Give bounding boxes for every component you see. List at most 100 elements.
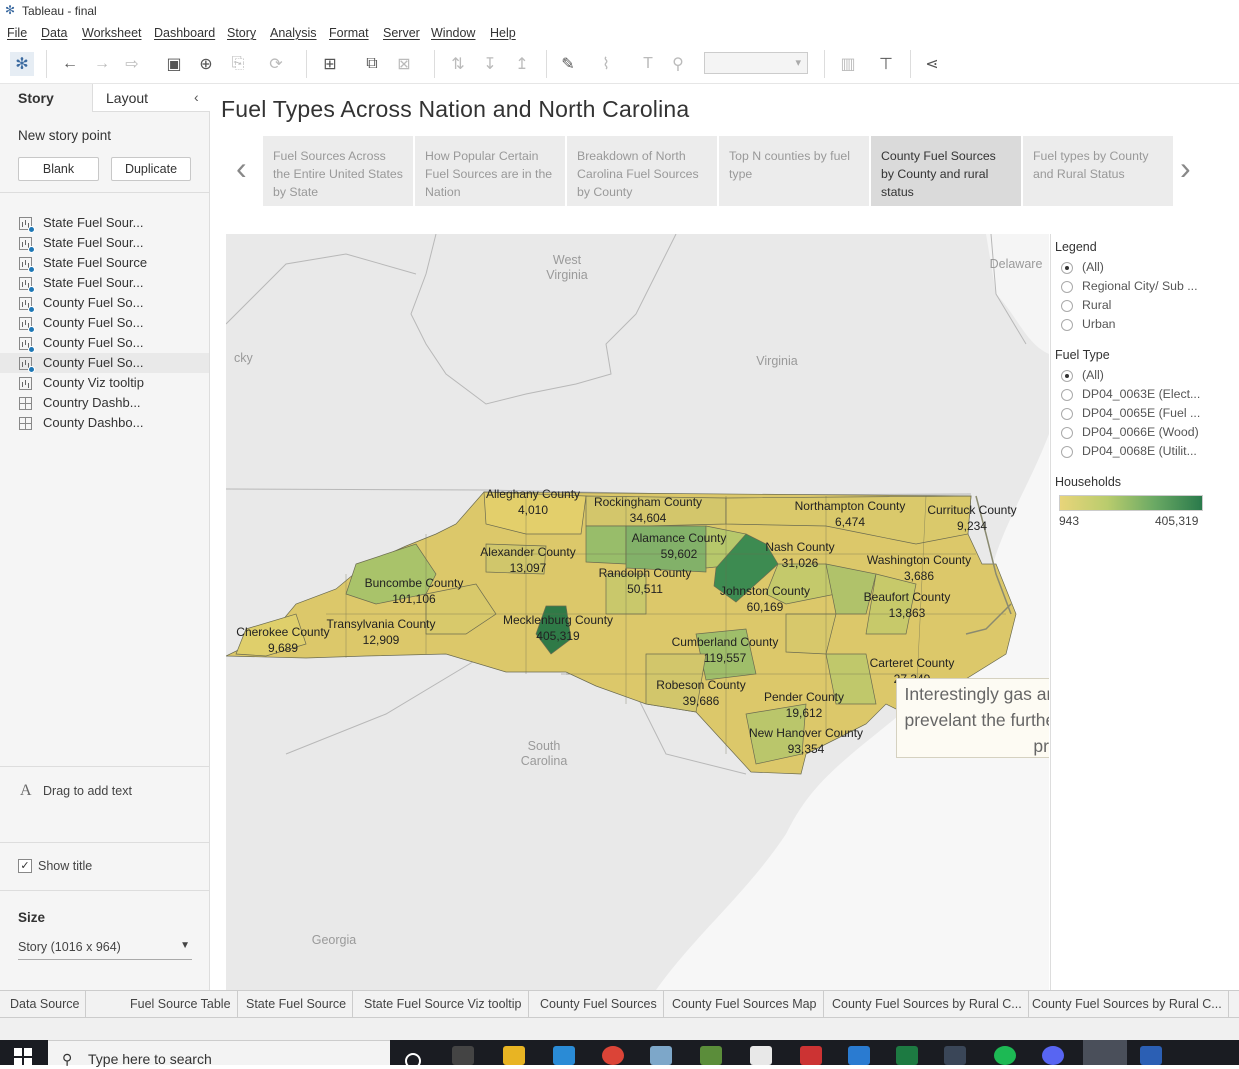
radio-button-icon[interactable] [1061, 389, 1073, 401]
sheet-list-item[interactable]: County Fuel So... [0, 293, 209, 313]
region-label: Virginia [756, 354, 798, 368]
taskbar-search[interactable]: ⚲ Type here to search [48, 1040, 390, 1067]
discord-icon[interactable] [1042, 1046, 1064, 1065]
annotation-callout[interactable]: Interestingly gas and wood both get more… [896, 678, 1049, 758]
radio-button-icon[interactable] [1061, 281, 1073, 293]
menu-format[interactable]: Format [329, 26, 369, 40]
group-icon[interactable]: ⌇ [594, 52, 618, 76]
sheet-list-item[interactable]: State Fuel Sour... [0, 273, 209, 293]
refresh-icon[interactable]: ⟳ [264, 52, 288, 76]
sheet-list-item[interactable]: State Fuel Source [0, 253, 209, 273]
sheet-tab[interactable]: State Fuel Source Viz tooltip [358, 991, 529, 1019]
county-value-label: 13,863 [889, 606, 926, 620]
sheet-list-item[interactable]: State Fuel Sour... [0, 213, 209, 233]
story-point-tab[interactable]: Breakdown of North Carolina Fuel Sources… [567, 136, 717, 206]
clear-sheet-icon[interactable]: ⊠ [392, 52, 416, 76]
radio-button-icon[interactable] [1061, 408, 1073, 420]
label-icon[interactable]: T [636, 52, 660, 76]
file-explorer-icon[interactable] [503, 1046, 525, 1065]
sheet-tab[interactable]: County Fuel Sources Map [666, 991, 824, 1019]
task-view-icon[interactable] [452, 1046, 474, 1065]
word-icon[interactable] [1140, 1046, 1162, 1065]
radio-button-icon[interactable] [1061, 370, 1073, 382]
size-dropdown[interactable]: Story (1016 x 964) ▼ [18, 940, 192, 960]
sheet-tab[interactable]: Fuel Source Table [124, 991, 238, 1019]
menu-analysis[interactable]: Analysis [270, 26, 317, 40]
radio-button-icon[interactable] [1061, 319, 1073, 331]
replay-icon[interactable]: ⇨ [120, 52, 144, 76]
spotify-icon[interactable] [994, 1046, 1016, 1065]
next-story-point-icon[interactable]: › [1180, 150, 1191, 187]
windows-start-icon[interactable] [14, 1048, 32, 1066]
tab-story[interactable]: Story [0, 84, 92, 112]
steam-icon[interactable] [944, 1046, 966, 1065]
pause-updates-icon[interactable]: ⎘ [226, 52, 250, 76]
duplicate-button[interactable]: Duplicate [111, 157, 191, 181]
app-icon[interactable] [800, 1046, 822, 1065]
radio-button-icon[interactable] [1061, 427, 1073, 439]
sheet-list-item[interactable]: Country Dashb... [0, 393, 209, 413]
sheet-list-item[interactable]: County Dashbo... [0, 413, 209, 433]
sort-ascending-icon[interactable]: ↧ [478, 52, 502, 76]
menu-file[interactable]: File [7, 26, 27, 40]
story-point-tab[interactable]: Fuel Sources Across the Entire United St… [263, 136, 413, 206]
tableau-taskbar-icon[interactable] [1083, 1040, 1127, 1065]
new-data-source-icon[interactable]: ⊕ [194, 52, 218, 76]
county-map[interactable]: West Virginia Virginia Delaware South Carolin… [226, 234, 1049, 990]
photos-icon[interactable] [650, 1046, 672, 1065]
excel-icon[interactable] [896, 1046, 918, 1065]
vscode-icon[interactable] [848, 1046, 870, 1065]
chrome-icon[interactable] [602, 1046, 624, 1065]
radio-button-icon[interactable] [1061, 300, 1073, 312]
sheet-label: State Fuel Sour... [43, 235, 144, 250]
save-icon[interactable]: ▣ [162, 52, 186, 76]
drag-text-object[interactable]: Drag to add text [43, 784, 132, 798]
sort-descending-icon[interactable]: ↥ [510, 52, 534, 76]
radio-button-icon[interactable] [1061, 446, 1073, 458]
sheet-tab[interactable]: County Fuel Sources by Rural C... [826, 991, 1029, 1019]
menu-help[interactable]: Help [490, 26, 516, 40]
cortana-icon[interactable] [405, 1053, 421, 1069]
county-name-label: Carteret County [870, 656, 955, 670]
previous-story-point-icon[interactable]: ‹ [236, 150, 247, 187]
fit-dropdown[interactable] [704, 52, 808, 74]
sheet-list-item[interactable]: County Fuel So... [0, 313, 209, 333]
redo-icon[interactable]: → [90, 52, 114, 76]
show-title-checkbox[interactable]: ✓ [18, 859, 32, 873]
sheet-list-item[interactable]: County Fuel So... [0, 333, 209, 353]
story-point-tab[interactable]: County Fuel Sources by County and rural … [871, 136, 1021, 206]
menu-data[interactable]: Data [41, 26, 67, 40]
menu-story[interactable]: Story [227, 26, 256, 40]
highlight-icon[interactable]: ✎ [556, 52, 580, 76]
story-point-tab[interactable]: How Popular Certain Fuel Sources are in … [415, 136, 565, 206]
collapse-icon[interactable]: ‹ [194, 84, 199, 110]
sheet-list-item[interactable]: County Viz tooltip [0, 373, 209, 393]
minecraft-icon[interactable] [700, 1046, 722, 1065]
sheet-list-item[interactable]: State Fuel Sour... [0, 233, 209, 253]
swap-icon[interactable]: ⇅ [446, 52, 470, 76]
pin-icon[interactable]: ⚲ [666, 52, 690, 76]
tab-layout[interactable]: Layout [92, 84, 210, 112]
menu-window[interactable]: Window [431, 26, 475, 40]
mail-icon[interactable] [553, 1046, 575, 1065]
tableau-home-icon[interactable]: ✻ [10, 52, 34, 76]
menu-server[interactable]: Server [383, 26, 420, 40]
new-worksheet-icon[interactable]: ⊞ [318, 52, 342, 76]
notepad-icon[interactable] [750, 1046, 772, 1065]
share-icon[interactable]: ⋖ [920, 52, 944, 76]
duplicate-sheet-icon[interactable]: ⧉ [360, 52, 384, 76]
tab-data-source[interactable]: Data Source [4, 991, 87, 1019]
sheet-tab[interactable]: State Fuel Source [240, 991, 354, 1019]
sheet-tab[interactable]: County Fuel Sources by Rural C... [1026, 991, 1229, 1019]
presentation-mode-icon[interactable]: ⊤ [874, 52, 898, 76]
sheet-tab[interactable]: County Fuel Sources [534, 991, 664, 1019]
story-point-tab[interactable]: Fuel types by County and Rural Status [1023, 136, 1173, 206]
sheet-list-item[interactable]: County Fuel So... [0, 353, 209, 373]
story-point-tab[interactable]: Top N counties by fuel type [719, 136, 869, 206]
show-me-icon[interactable]: ▥ [836, 52, 860, 76]
menu-worksheet[interactable]: Worksheet [82, 26, 142, 40]
blank-button[interactable]: Blank [18, 157, 99, 181]
menu-dashboard[interactable]: Dashboard [154, 26, 215, 40]
undo-icon[interactable]: ← [58, 52, 82, 76]
radio-button-icon[interactable] [1061, 262, 1073, 274]
